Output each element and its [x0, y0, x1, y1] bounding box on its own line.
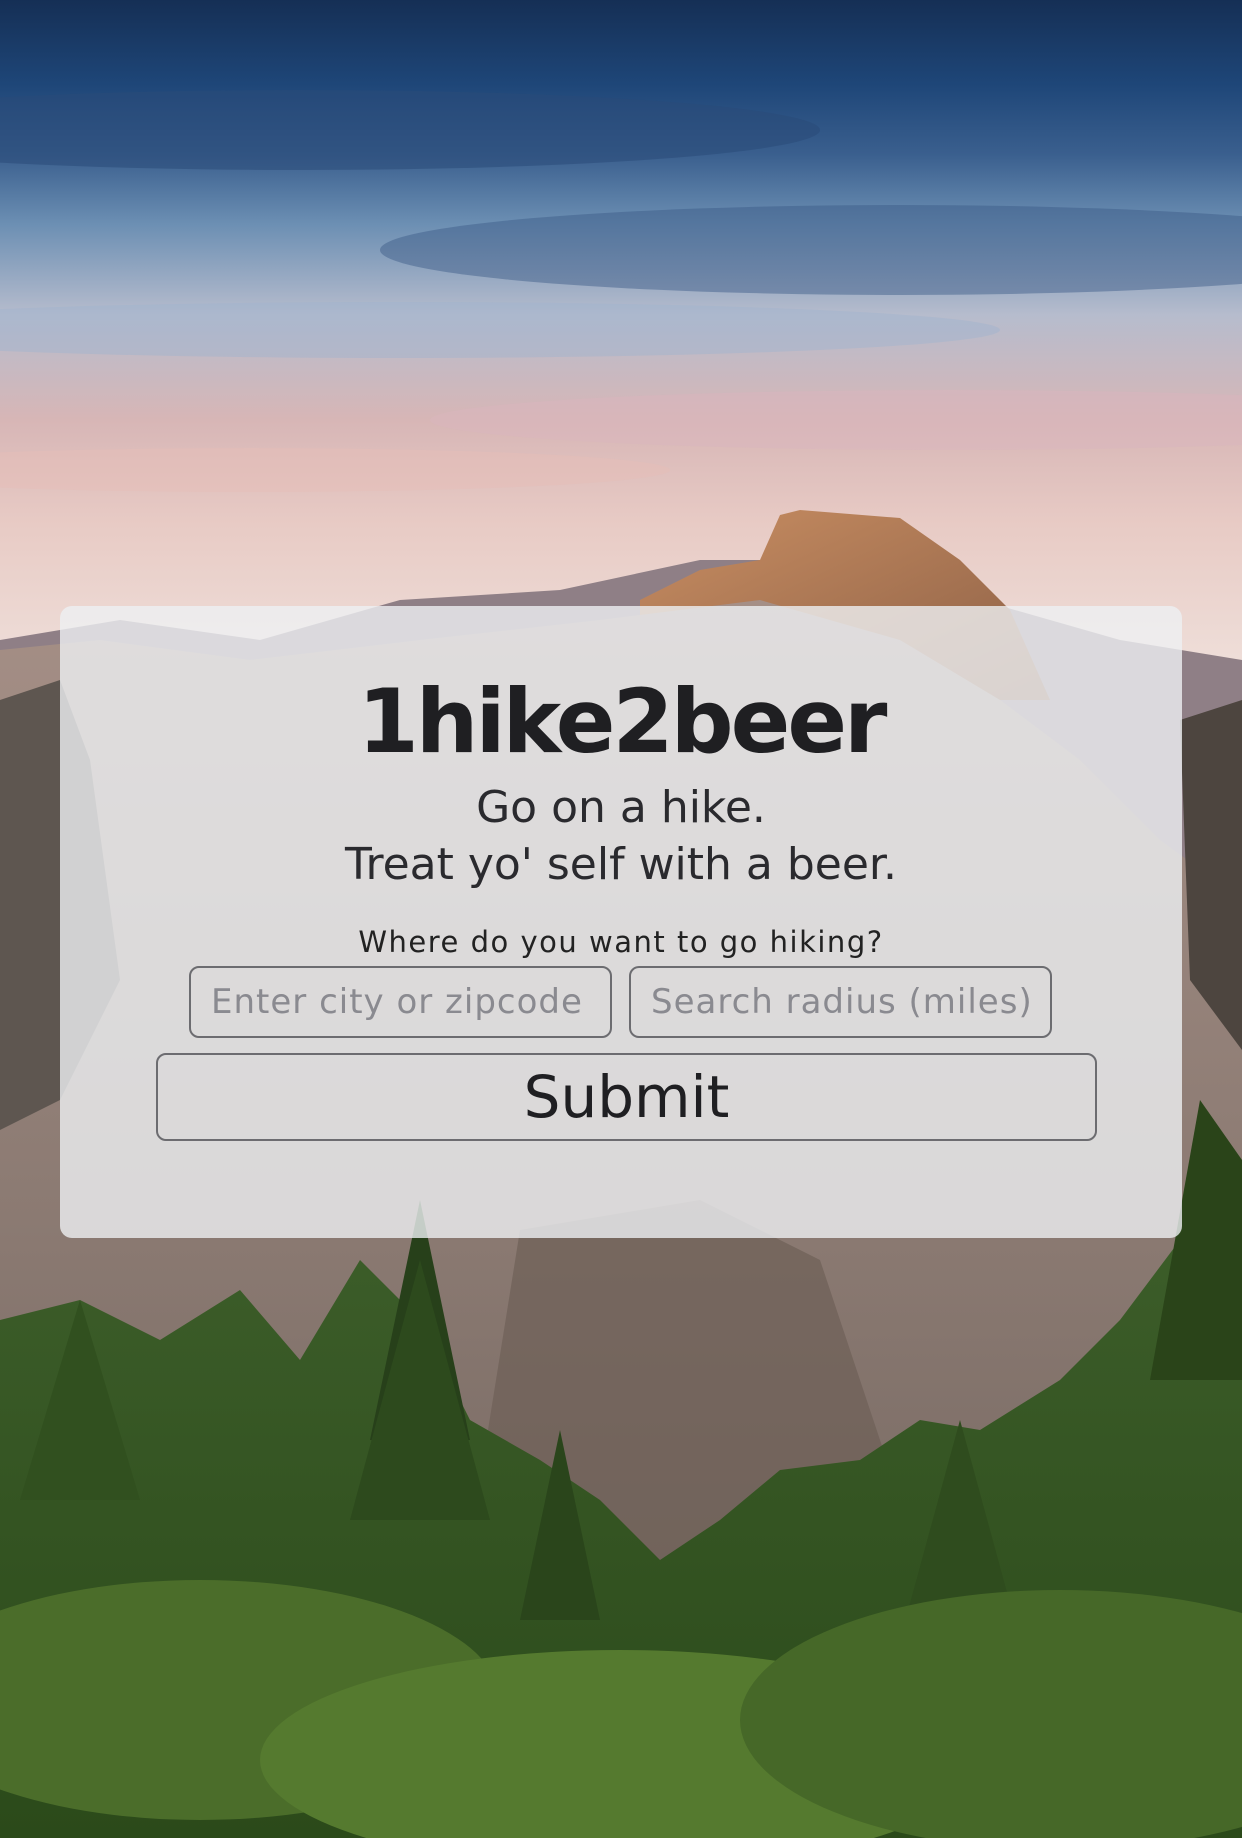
radius-input[interactable]: [629, 966, 1052, 1038]
search-prompt-label: Where do you want to go hiking?: [358, 925, 884, 959]
tagline-line-1: Go on a hike.: [476, 782, 766, 833]
search-card: 1hike2beer Go on a hike. Treat yo' self …: [60, 606, 1182, 1238]
submit-button[interactable]: Submit: [156, 1053, 1097, 1141]
location-input[interactable]: [189, 966, 612, 1038]
tagline-line-2: Treat yo' self with a beer.: [345, 839, 897, 890]
brand-logo-text: 1hike2beer: [357, 670, 888, 773]
